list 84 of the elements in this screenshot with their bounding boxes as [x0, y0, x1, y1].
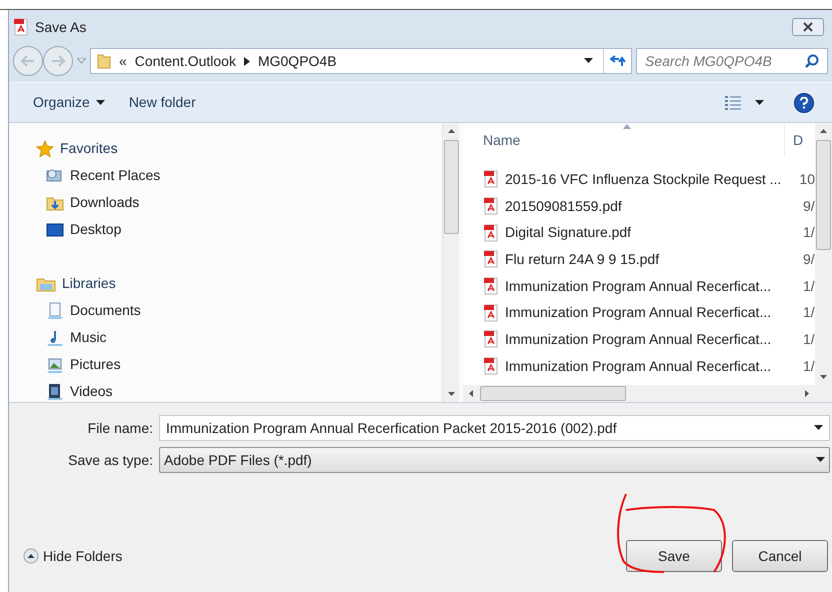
libraries-icon: [36, 276, 56, 292]
caret-icon[interactable]: [96, 100, 105, 106]
date-cell-text: 1/: [802, 276, 815, 296]
column-header[interactable]: Name: [463, 123, 785, 157]
star-icon: [36, 140, 54, 158]
pdf-file-icon: [483, 250, 499, 268]
date-cell-text: 9/: [802, 196, 815, 216]
nav-item[interactable]: Pictures: [36, 351, 442, 378]
scrollbar-thumb[interactable]: [480, 386, 626, 401]
pdf-file-icon: [483, 170, 499, 188]
field-label: File name:: [86, 418, 154, 438]
file-row[interactable]: Immunization Program Annual Recerficat... 1/: [463, 352, 815, 380]
breadcrumb[interactable]: MG0QPO4B: [258, 50, 337, 72]
dropdown-caret-icon[interactable]: [816, 457, 825, 463]
pdf-file-icon: [483, 330, 499, 348]
organize-menu[interactable]: Organize: [25, 92, 113, 113]
nav-item[interactable]: Videos: [36, 378, 442, 405]
breadcrumb-arrow-icon[interactable]: [244, 56, 250, 66]
file-row[interactable]: Immunization Program Annual Recerficat... 1/: [463, 272, 815, 300]
overflow-chevron[interactable]: «: [119, 50, 127, 72]
save-button[interactable]: Save: [626, 540, 722, 572]
address-dropdown-icon[interactable]: [584, 58, 593, 64]
folder-download-icon: [46, 194, 64, 210]
caret-icon[interactable]: [755, 100, 764, 106]
date-cell-text: 1/: [802, 356, 815, 376]
nav-item[interactable]: Recent Places: [36, 162, 442, 189]
pdf-file-icon: [483, 197, 499, 216]
film-icon: [46, 382, 64, 400]
new-folder-button[interactable]: New folder: [112, 92, 212, 113]
close-button[interactable]: [792, 18, 824, 36]
date-cell-text: 1/: [802, 303, 815, 322]
address-bar[interactable]: « Content.Outlook MG0QPO4B: [90, 48, 632, 74]
scrollbar-thumb[interactable]: [816, 140, 831, 250]
file-row[interactable]: 201509081559.pdf 9/: [463, 192, 815, 220]
nav-item[interactable]: Desktop: [36, 216, 442, 243]
file-row[interactable]: Immunization Program Annual Recerficat... 1/: [463, 299, 815, 326]
scrollbar-thumb[interactable]: [444, 140, 458, 234]
field-label: Save as type:: [67, 450, 154, 470]
column-header[interactable]: D: [785, 123, 804, 157]
vertical-scrollbar[interactable]: [442, 123, 459, 402]
horizontal-scrollbar[interactable]: [463, 385, 832, 402]
search-icon[interactable]: [805, 54, 819, 68]
breadcrumb[interactable]: Content.Outlook: [134, 50, 236, 72]
date-cell-text: 9/: [802, 250, 815, 269]
back-arrow-icon: [21, 55, 35, 67]
document-icon: [46, 302, 64, 320]
date-cell-text: 1/: [802, 223, 815, 242]
vertical-scrollbar[interactable]: [815, 123, 832, 385]
pdf-file-icon: [483, 304, 499, 322]
nav-item[interactable]: Music: [36, 324, 442, 351]
sort-arrow-icon: [623, 124, 631, 129]
cancel-button[interactable]: Cancel: [732, 540, 828, 572]
question-mark-icon: [800, 96, 808, 108]
nav-group-item[interactable]: Favorites: [36, 135, 442, 162]
file-type-dropdown[interactable]: Adobe PDF Files (*.pdf): [159, 447, 830, 473]
pdf-file-icon: [483, 277, 499, 296]
nav-item[interactable]: Documents: [36, 297, 442, 324]
file-name-field[interactable]: Immunization Program Annual Recerfication Packet 2015-2016 (002).pdf: [159, 415, 830, 441]
recent-places-icon: [46, 168, 64, 184]
refresh-arrows-icon: [610, 55, 626, 67]
forward-arrow-icon: [51, 55, 65, 67]
hide-folders-button[interactable]: Hide Folders: [23, 546, 122, 566]
close-icon: [803, 22, 813, 32]
help-button[interactable]: [794, 92, 814, 112]
details-view-icon: [725, 96, 741, 110]
dropdown-caret-icon[interactable]: [814, 425, 823, 431]
picture-icon: [46, 356, 64, 374]
file-row[interactable]: 2015-16 VFC Influenza Stockpile Request ... 10: [463, 166, 815, 193]
pdf-file-icon: [483, 224, 499, 242]
date-cell-text: 1/: [802, 330, 815, 349]
folder-icon: [97, 53, 111, 69]
view-options-button[interactable]: [725, 96, 764, 110]
search-field[interactable]: Search MG0QPO4B: [636, 48, 828, 74]
nav-group-item[interactable]: Libraries: [36, 270, 442, 297]
file-row[interactable]: Digital Signature.pdf 1/: [463, 219, 815, 246]
file-row[interactable]: Flu return 24A 9 9 15.pdf 9/: [463, 246, 815, 273]
music-note-icon: [46, 328, 64, 346]
file-row[interactable]: Immunization Program Annual Recerficat... 1/: [463, 326, 815, 353]
window-title: Save As: [35, 18, 86, 36]
nav-item[interactable]: Downloads: [36, 189, 442, 216]
desktop-icon: [46, 222, 64, 236]
date-cell-text: 10: [798, 170, 815, 189]
pdf-file-icon: [483, 357, 499, 376]
pdf-file-icon: [13, 18, 29, 36]
